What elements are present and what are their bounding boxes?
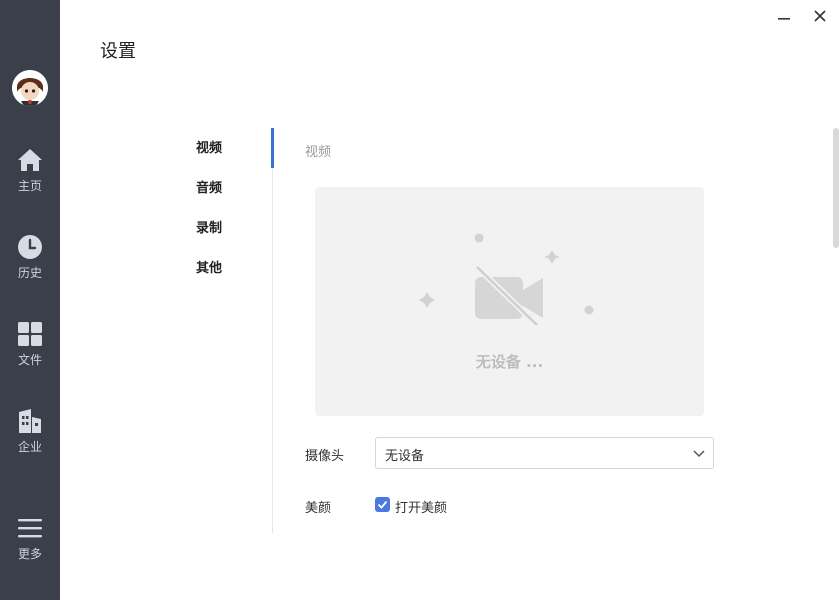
- sidebar-item-label: 企业: [17, 440, 42, 454]
- beauty-checkbox-label[interactable]: 打开美颜: [395, 497, 447, 516]
- sidebar-item-label: 更多: [17, 547, 42, 561]
- no-device-text: 无设备 ...: [475, 353, 544, 371]
- sidebar-item-label: 历史: [17, 266, 42, 280]
- close-icon: [814, 10, 826, 22]
- page-title: 设置: [100, 41, 136, 62]
- camera-off-icon: [474, 264, 543, 328]
- chevron-down-icon: [693, 450, 705, 458]
- clock-icon: [18, 235, 42, 259]
- settings-menu: 视频 音频 录制 其他: [196, 140, 222, 300]
- tab-audio[interactable]: 音频: [196, 180, 222, 220]
- sidebar-item-enterprise[interactable]: 企业: [0, 408, 60, 468]
- menu-divider: [272, 128, 273, 533]
- tab-recording[interactable]: 录制: [196, 220, 222, 260]
- sidebar-item-home[interactable]: 主页: [0, 147, 60, 207]
- beauty-label: 美颜: [305, 501, 332, 516]
- avatar[interactable]: [12, 70, 48, 106]
- building-icon: [19, 409, 41, 433]
- active-tab-indicator: [271, 128, 274, 168]
- tab-other[interactable]: 其他: [196, 260, 222, 300]
- scrollbar[interactable]: [833, 128, 839, 248]
- camera-select[interactable]: 无设备: [375, 437, 714, 469]
- camera-select-value: 无设备: [385, 449, 425, 464]
- close-button[interactable]: [810, 6, 830, 26]
- tab-video[interactable]: 视频: [196, 140, 222, 180]
- left-sidebar: 主页 历史 文件 企业 更多: [0, 0, 60, 600]
- sidebar-item-more[interactable]: 更多: [0, 515, 60, 575]
- grid-icon: [18, 322, 42, 346]
- minimize-icon: [778, 18, 790, 20]
- window-controls: [774, 6, 830, 26]
- no-camera-illustration: [419, 233, 594, 328]
- menu-icon: [18, 519, 42, 538]
- sidebar-item-label: 文件: [17, 353, 42, 367]
- beauty-checkbox[interactable]: [375, 497, 390, 512]
- checkmark-icon: [377, 500, 388, 509]
- home-icon: [18, 149, 42, 171]
- camera-label: 摄像头: [305, 449, 345, 464]
- sidebar-item-label: 主页: [17, 179, 42, 193]
- sidebar-item-history[interactable]: 历史: [0, 234, 60, 294]
- sidebar-item-files[interactable]: 文件: [0, 321, 60, 381]
- minimize-button[interactable]: [774, 6, 794, 26]
- section-title: 视频: [305, 145, 332, 160]
- camera-preview: 无设备 ...: [315, 187, 704, 416]
